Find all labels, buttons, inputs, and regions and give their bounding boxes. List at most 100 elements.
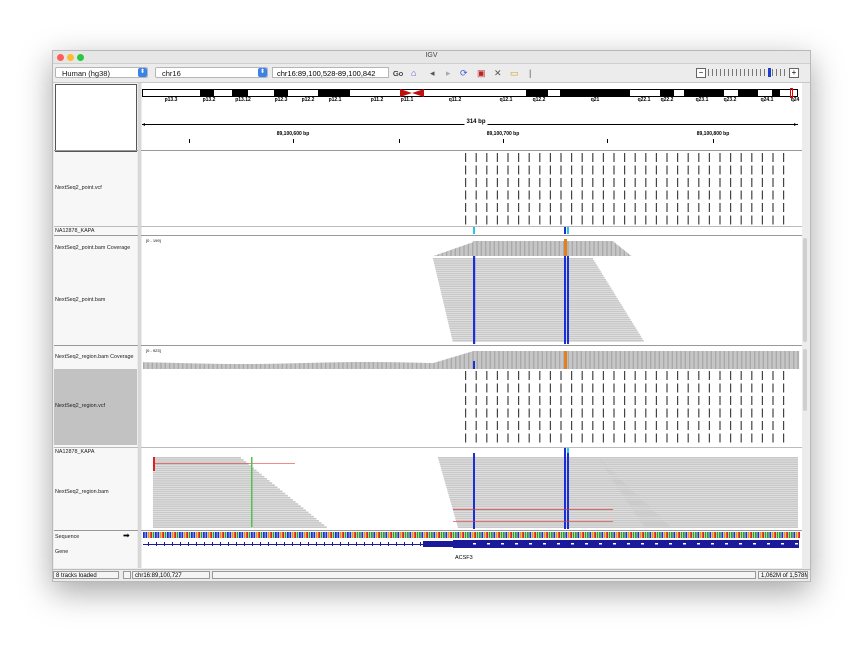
- coverage-bar: [625, 351, 627, 369]
- sequence-base: [258, 532, 260, 538]
- coverage-bar: [518, 241, 520, 256]
- coverage-bar: [299, 363, 300, 369]
- coverage-bar: [439, 361, 441, 369]
- coverage-bar: [514, 241, 516, 256]
- sequence-base: [260, 532, 263, 538]
- aligned-read: [603, 465, 798, 468]
- vcf-variant-mark: [687, 203, 689, 212]
- vcf-variant-mark: [740, 396, 742, 405]
- coverage-bar: [778, 351, 780, 369]
- coverage-bar: [787, 351, 789, 369]
- coverage-bar: [403, 362, 404, 369]
- coverage-bar: [397, 362, 399, 369]
- vcf-variant-mark: [772, 165, 774, 175]
- coverage-bar: [539, 241, 541, 256]
- coverage-bar: [224, 363, 226, 369]
- vcf-variant-mark: [592, 165, 594, 175]
- vcf-variant-mark: [751, 203, 753, 212]
- vcf-variant-mark: [761, 153, 763, 162]
- coverage-bar: [585, 351, 586, 369]
- vcf-variant-mark: [581, 433, 583, 443]
- sequence-base: [296, 532, 299, 538]
- gene-strand-tick: [388, 542, 389, 546]
- sequence-base: [291, 532, 294, 538]
- sequence-base: [548, 532, 551, 538]
- coverage-bar: [322, 362, 324, 369]
- gene-strand-arrow: [543, 543, 546, 545]
- sequence-base: [683, 532, 685, 538]
- vcf-variant-mark: [698, 165, 700, 175]
- coverage-bar: [227, 363, 229, 369]
- vcf-variant-mark: [581, 383, 583, 393]
- aligned-read: [626, 499, 798, 501]
- aligned-read: [623, 494, 798, 497]
- aligned-read: [450, 331, 639, 334]
- coverage-bar: [236, 363, 238, 369]
- aligned-read: [442, 473, 616, 476]
- aligned-read: [454, 515, 660, 518]
- vcf-variant-mark: [666, 433, 668, 443]
- coverage-bar: [708, 351, 710, 369]
- coverage-bar: [400, 362, 402, 369]
- vcf-variant-mark: [560, 371, 562, 380]
- aligned-read: [153, 509, 306, 512]
- coverage-bar: [790, 351, 792, 369]
- coverage-bar: [599, 241, 601, 256]
- sequence-base: [678, 532, 680, 538]
- coverage-bar: [373, 362, 374, 369]
- coverage-bar: [490, 241, 492, 256]
- aligned-read: [453, 511, 656, 514]
- sequence-base: [534, 532, 536, 538]
- coverage-bar: [791, 351, 793, 369]
- coverage-bar: [214, 363, 216, 369]
- aligned-read: [449, 496, 640, 499]
- coverage-bar: [772, 351, 774, 369]
- coverage-bar: [455, 248, 456, 256]
- vcf-variant-mark: [518, 178, 520, 187]
- coverage-bar: [291, 363, 293, 369]
- vcf-variant-mark: [539, 396, 541, 405]
- coverage-bar: [265, 363, 267, 369]
- coverage-bar: [669, 351, 671, 369]
- vcf-variant-mark: [496, 396, 498, 405]
- track-data-canvas[interactable]: [53, 51, 810, 581]
- vcf-variant-mark: [496, 433, 498, 443]
- coverage-bar: [730, 351, 732, 369]
- vcf-variant-mark: [602, 408, 604, 418]
- coverage-bar: [625, 251, 627, 256]
- gene-label[interactable]: ACSF3: [455, 555, 473, 561]
- coverage-bar: [581, 351, 582, 369]
- coverage-bar: [542, 351, 543, 369]
- vcf-variant-mark: [772, 396, 774, 405]
- coverage-bar: [793, 351, 794, 369]
- coverage-bar: [616, 244, 618, 256]
- gene-strand-arrow: [487, 543, 490, 545]
- coverage-bar: [618, 351, 620, 369]
- coverage-bar: [276, 363, 278, 369]
- vcf-variant-mark: [560, 165, 562, 175]
- vcf-variant-mark: [708, 408, 710, 418]
- coverage-bar: [516, 241, 518, 256]
- coverage-bar: [440, 360, 442, 369]
- coverage-bar: [551, 351, 553, 369]
- coverage-bar: [535, 241, 537, 256]
- vcf-variant-mark: [740, 421, 742, 430]
- vcf-variant-mark: [624, 396, 626, 405]
- sequence-base: [774, 532, 776, 538]
- coverage-bar: [221, 363, 222, 369]
- coverage-bar: [578, 351, 580, 369]
- vcf-variant-mark: [465, 371, 467, 380]
- sequence-base: [169, 532, 172, 538]
- vcf-variant-mark: [592, 153, 594, 162]
- coverage-bar: [321, 362, 322, 369]
- coverage-bar: [521, 351, 523, 369]
- vcf-variant-mark: [518, 421, 520, 430]
- vcf-variant-mark: [751, 190, 753, 200]
- coverage-bar: [444, 359, 446, 369]
- coverage-bar: [504, 241, 506, 256]
- vcf-variant-mark: [475, 383, 477, 393]
- coverage-bar: [640, 351, 642, 369]
- coverage-bar: [357, 362, 359, 369]
- vcf-variant-mark: [602, 421, 604, 430]
- coverage-bar: [612, 351, 614, 369]
